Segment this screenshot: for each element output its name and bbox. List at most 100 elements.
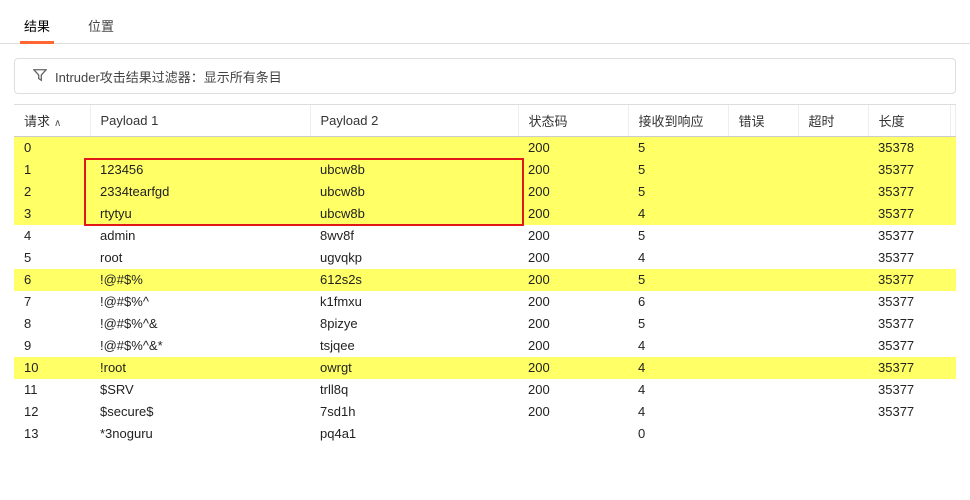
cell-id: 10	[14, 357, 90, 379]
cell-timeout	[798, 423, 868, 445]
col-notes[interactable]: 注:	[950, 105, 956, 137]
cell-notes: All	[950, 401, 956, 423]
cell-notes: All	[950, 137, 956, 159]
cell-notes: All	[950, 379, 956, 401]
cell-length: 35377	[868, 269, 950, 291]
cell-status: 200	[518, 181, 628, 203]
cell-received: 6	[628, 291, 728, 313]
cell-received: 5	[628, 269, 728, 291]
cell-status: 200	[518, 335, 628, 357]
col-status[interactable]: 状态码	[518, 105, 628, 137]
cell-notes: All	[950, 313, 956, 335]
table-row[interactable]: 5rootugvqkp200435377All	[14, 247, 956, 269]
cell-error	[728, 313, 798, 335]
cell-notes: All	[950, 181, 956, 203]
cell-timeout	[798, 357, 868, 379]
cell-payload1: !@#$%	[90, 269, 310, 291]
cell-length: 35377	[868, 379, 950, 401]
table-row[interactable]: 8!@#$%^&8pizye200535377All	[14, 313, 956, 335]
cell-notes: All	[950, 159, 956, 181]
cell-timeout	[798, 335, 868, 357]
cell-status: 200	[518, 137, 628, 159]
table-row[interactable]: 9!@#$%^&*tsjqee200435377All	[14, 335, 956, 357]
cell-id: 9	[14, 335, 90, 357]
cell-timeout	[798, 159, 868, 181]
cell-error	[728, 335, 798, 357]
cell-notes: All	[950, 269, 956, 291]
col-error[interactable]: 错误	[728, 105, 798, 137]
cell-timeout	[798, 225, 868, 247]
cell-status: 200	[518, 225, 628, 247]
cell-payload1: $SRV	[90, 379, 310, 401]
col-request-label: 请求	[24, 114, 50, 129]
cell-received: 5	[628, 137, 728, 159]
cell-id: 1	[14, 159, 90, 181]
table-row[interactable]: 1123456ubcw8b200535377All	[14, 159, 956, 181]
cell-notes: All	[950, 335, 956, 357]
cell-length: 35377	[868, 291, 950, 313]
cell-error	[728, 225, 798, 247]
cell-length: 35377	[868, 159, 950, 181]
cell-payload1: !@#$%^&	[90, 313, 310, 335]
cell-payload1: !root	[90, 357, 310, 379]
results-table: 请求∧ Payload 1 Payload 2 状态码 接收到响应 错误 超时 …	[14, 105, 956, 445]
table-row[interactable]: 12$secure$7sd1h200435377All	[14, 401, 956, 423]
cell-payload2: ubcw8b	[310, 203, 518, 225]
filter-bar[interactable]: Intruder攻击结果过滤器：显示所有条目	[14, 58, 956, 94]
cell-id: 4	[14, 225, 90, 247]
cell-received: 4	[628, 247, 728, 269]
cell-payload1: !@#$%^	[90, 291, 310, 313]
cell-payload1: *3noguru	[90, 423, 310, 445]
cell-payload2: ubcw8b	[310, 159, 518, 181]
tab-positions[interactable]: 位置	[84, 10, 118, 44]
cell-payload2: 8wv8f	[310, 225, 518, 247]
cell-payload2: k1fmxu	[310, 291, 518, 313]
col-payload1[interactable]: Payload 1	[90, 105, 310, 137]
table-row[interactable]: 3rtytyuubcw8b200435377All	[14, 203, 956, 225]
col-request[interactable]: 请求 ∧	[14, 105, 90, 137]
cell-error	[728, 379, 798, 401]
cell-error	[728, 159, 798, 181]
cell-payload1: !@#$%^&*	[90, 335, 310, 357]
cell-payload2: tsjqee	[310, 335, 518, 357]
cell-timeout	[798, 291, 868, 313]
results-table-wrap: 请求∧ Payload 1 Payload 2 状态码 接收到响应 错误 超时 …	[14, 104, 956, 500]
col-length[interactable]: 长度	[868, 105, 950, 137]
filter-text: Intruder攻击结果过滤器：显示所有条目	[55, 67, 282, 86]
cell-timeout	[798, 269, 868, 291]
cell-length: 35377	[868, 313, 950, 335]
cell-payload1: 123456	[90, 159, 310, 181]
table-row[interactable]: 13*3nogurupq4a10	[14, 423, 956, 445]
table-row[interactable]: 22334tearfgdubcw8b200535377All	[14, 181, 956, 203]
cell-id: 12	[14, 401, 90, 423]
cell-payload1: $secure$	[90, 401, 310, 423]
table-row[interactable]: 4admin8wv8f200535377All	[14, 225, 956, 247]
cell-error	[728, 269, 798, 291]
cell-error	[728, 247, 798, 269]
col-payload2[interactable]: Payload 2	[310, 105, 518, 137]
cell-notes	[950, 423, 956, 445]
table-row[interactable]: 6!@#$%612s2s200535377All	[14, 269, 956, 291]
cell-length: 35377	[868, 181, 950, 203]
table-row[interactable]: 10!rootowrgt200435377All	[14, 357, 956, 379]
sort-asc-icon: ∧	[54, 118, 61, 129]
cell-notes: All	[950, 203, 956, 225]
cell-payload2: pq4a1	[310, 423, 518, 445]
cell-id: 2	[14, 181, 90, 203]
cell-timeout	[798, 401, 868, 423]
cell-length: 35377	[868, 247, 950, 269]
table-header: 请求∧ Payload 1 Payload 2 状态码 接收到响应 错误 超时 …	[14, 105, 956, 137]
cell-received: 4	[628, 357, 728, 379]
cell-length: 35377	[868, 225, 950, 247]
table-row[interactable]: 0200535378All	[14, 137, 956, 159]
cell-id: 3	[14, 203, 90, 225]
tab-results[interactable]: 结果	[20, 10, 54, 44]
cell-status: 200	[518, 313, 628, 335]
col-received[interactable]: 接收到响应	[628, 105, 728, 137]
table-body: 0200535378All1123456ubcw8b200535377All22…	[14, 137, 956, 445]
table-row[interactable]: 11$SRVtrll8q200435377All	[14, 379, 956, 401]
table-row[interactable]: 7!@#$%^k1fmxu200635377All	[14, 291, 956, 313]
col-timeout[interactable]: 超时	[798, 105, 868, 137]
cell-received: 4	[628, 379, 728, 401]
cell-payload2: 8pizye	[310, 313, 518, 335]
